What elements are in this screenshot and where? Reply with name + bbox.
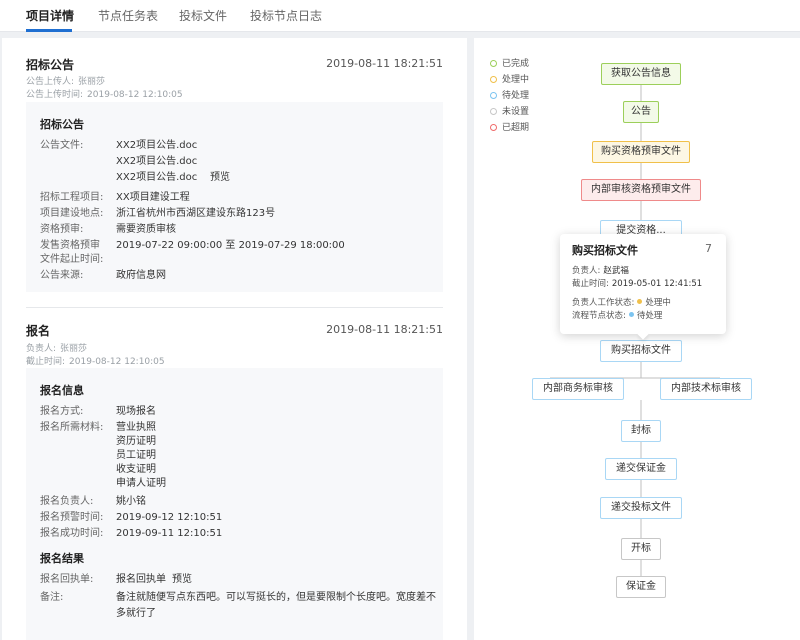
- status-dot-icon: [637, 299, 643, 304]
- field-label: 报名方式:: [40, 406, 84, 417]
- tab-bid-node-log[interactable]: 投标节点日志: [250, 7, 322, 24]
- announcement-files-row: XX2项目公告.doc: [40, 154, 430, 170]
- flow-panel: 已完成 处理中 待处理 未设置 已超期 获取公告信息 公告 购买资格预审文件 内…: [474, 38, 800, 640]
- popover-flow-status: 流程节点状态: 待处理: [572, 311, 663, 321]
- field-value: 备注就随便写点东西吧。可以写挺长的，但是要限制个长度吧。宽度差不: [116, 592, 436, 603]
- announcement-files-row: XX2项目公告.doc 预览: [40, 170, 430, 186]
- announcement-file-link[interactable]: XX2项目公告.doc: [116, 170, 197, 186]
- tab-bar: 项目详情 节点任务表 投标文件 投标节点日志: [0, 0, 800, 32]
- announcement-upload-time: 公告上传时间: 2019-08-12 12:10:05: [26, 90, 183, 100]
- field-value: 姚小铭: [116, 496, 146, 507]
- material-item: 申请人证明: [116, 478, 166, 489]
- field-row: 多就行了: [40, 606, 430, 622]
- active-tab-indicator: [26, 29, 72, 32]
- flow-node-announcement[interactable]: 公告: [623, 101, 659, 123]
- field-value: 需要资质审核: [116, 224, 176, 235]
- preview-link[interactable]: 预览: [172, 572, 192, 588]
- field-row: 报名方式: 现场报名: [40, 404, 430, 420]
- node-detail-popover: 购买招标文件 7 负责人: 赵武福 截止时间: 2019-05-01 12:41:5…: [560, 234, 726, 340]
- popover-work-status: 负责人工作状态: 处理中: [572, 298, 671, 308]
- tab-bid-files[interactable]: 投标文件: [179, 7, 227, 24]
- field-row: 资格预审: 需要资质审核: [40, 222, 430, 238]
- field-value: 浙江省杭州市西湖区建设东路123号: [116, 208, 276, 219]
- flow-node-submit-deposit[interactable]: 递交保证金: [605, 458, 677, 480]
- popover-title: 购买招标文件: [572, 244, 638, 257]
- field-row: 项目建设地点: 浙江省杭州市西湖区建设东路123号: [40, 206, 430, 222]
- field-label: 项目建设地点:: [40, 208, 104, 219]
- announcement-title: 招标公告: [26, 58, 75, 72]
- field-value: 政府信息网: [116, 270, 166, 281]
- signup-result-title: 报名结果: [40, 552, 84, 565]
- flow-node-buy-bid-docs[interactable]: 购买招标文件: [600, 340, 682, 362]
- announcement-uploader: 公告上传人: 张丽莎: [26, 77, 106, 87]
- field-row: 报名预警时间: 2019-09-12 12:10:51: [40, 510, 430, 526]
- receipt-link[interactable]: 报名回执单: [116, 572, 166, 588]
- popover-deadline: 截止时间: 2019-05-01 12:41:51: [572, 279, 703, 289]
- field-label: 报名预警时间:: [40, 512, 104, 523]
- flow-node-submit-bid-docs[interactable]: 递交投标文件: [600, 497, 682, 519]
- preview-link[interactable]: 预览: [210, 170, 230, 186]
- section-divider: [26, 307, 443, 308]
- field-label: 报名负责人:: [40, 496, 94, 507]
- signup-info-title: 报名信息: [40, 384, 84, 397]
- field-label: 公告来源:: [40, 270, 84, 281]
- announcement-files-row: 公告文件: XX2项目公告.doc: [40, 138, 430, 154]
- field-value: 现场报名: [116, 406, 156, 417]
- announcement-box-title: 招标公告: [40, 118, 84, 131]
- signup-time: 2019-08-11 18:21:51: [326, 323, 443, 336]
- field-row: 申请人证明: [40, 476, 430, 492]
- flow-node-review-prequal-docs[interactable]: 内部审核资格预审文件: [581, 179, 701, 201]
- announcement-file-link[interactable]: XX2项目公告.doc: [116, 138, 197, 154]
- field-row: 备注: 备注就随便写点东西吧。可以写挺长的，但是要限制个长度吧。宽度差不: [40, 590, 440, 606]
- field-value: 2019-09-11 12:10:51: [116, 528, 223, 539]
- signup-owner: 负责人: 张丽莎: [26, 344, 88, 354]
- popover-number: 7: [705, 242, 712, 255]
- flow-node-buy-prequal-docs[interactable]: 购买资格预审文件: [592, 141, 690, 163]
- field-row: 公告来源: 政府信息网: [40, 268, 430, 284]
- field-value: XX项目建设工程: [116, 192, 190, 203]
- field-value: 多就行了: [116, 608, 156, 619]
- field-row: 报名回执单: 报名回执单 预览: [40, 572, 430, 588]
- field-label: 报名回执单:: [40, 574, 94, 585]
- field-value: 2019-09-12 12:10:51: [116, 512, 223, 523]
- field-row: 文件起止时间:: [40, 252, 430, 268]
- flow-node-technical-review[interactable]: 内部技术标审核: [660, 378, 752, 400]
- field-row: 报名成功时间: 2019-09-11 12:10:51: [40, 526, 430, 542]
- signup-title: 报名: [26, 324, 51, 338]
- field-row: 招标工程项目: XX项目建设工程: [40, 190, 430, 206]
- tab-node-tasks[interactable]: 节点任务表: [98, 7, 158, 24]
- flow-node-deposit[interactable]: 保证金: [616, 576, 666, 598]
- signup-deadline: 截止时间: 2019-08-12 12:10:05: [26, 357, 165, 367]
- status-dot-icon: [628, 312, 634, 317]
- popover-owner: 负责人: 赵武福: [572, 266, 629, 276]
- flow-node-get-announcement[interactable]: 获取公告信息: [601, 63, 681, 85]
- flow-node-business-review[interactable]: 内部商务标审核: [532, 378, 624, 400]
- announcement-file-link[interactable]: XX2项目公告.doc: [116, 154, 197, 170]
- signup-box: 报名信息 报名方式: 现场报名 报名所需材料: 营业执照 资历证明 员工证明 收…: [26, 368, 443, 640]
- flow-node-seal-bid[interactable]: 封标: [621, 420, 661, 442]
- field-label: 招标工程项目:: [40, 192, 104, 203]
- field-row: 报名负责人: 姚小铭: [40, 494, 430, 510]
- detail-panel: 招标公告 2019-08-11 18:21:51 公告上传人: 张丽莎 公告上传时…: [2, 38, 467, 640]
- field-label: 报名成功时间:: [40, 528, 104, 539]
- announcement-time: 2019-08-11 18:21:51: [326, 57, 443, 70]
- announcement-box: 招标公告 公告文件: XX2项目公告.doc XX2项目公告.doc XX2项目…: [26, 102, 443, 292]
- field-label: 文件起止时间:: [40, 254, 104, 265]
- field-label: 资格预审:: [40, 224, 84, 235]
- field-label: 备注:: [40, 592, 64, 603]
- flow-node-bid-opening[interactable]: 开标: [621, 538, 661, 560]
- tab-project-detail[interactable]: 项目详情: [26, 7, 74, 24]
- file-label: 公告文件:: [40, 140, 84, 151]
